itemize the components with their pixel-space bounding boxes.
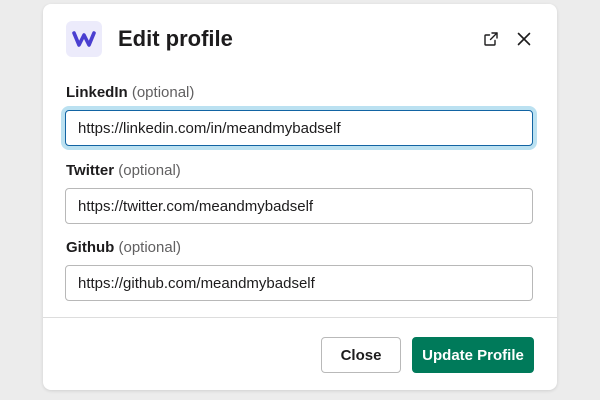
edit-profile-dialog: Edit profile LinkedIn (optional) Twitter… (43, 4, 557, 390)
twitter-label-text: Twitter (66, 162, 115, 179)
github-label-text: Github (66, 239, 115, 256)
twitter-optional-text: (optional) (118, 162, 181, 179)
close-dialog-button[interactable] (512, 27, 536, 51)
github-url-input[interactable] (65, 265, 533, 301)
linkedin-label: LinkedIn (optional) (66, 84, 194, 101)
dialog-title: Edit profile (118, 26, 233, 51)
footer-divider (43, 317, 557, 318)
linkedin-url-input[interactable] (65, 110, 533, 146)
twitter-url-input[interactable] (65, 188, 533, 224)
twitter-label: Twitter (optional) (66, 162, 181, 179)
github-optional-text: (optional) (118, 239, 182, 256)
close-button[interactable]: Close (321, 337, 401, 373)
w-logo-icon (66, 21, 102, 57)
open-in-new-window-button[interactable] (479, 27, 503, 51)
close-icon (517, 32, 531, 46)
linkedin-optional-text: (optional) (131, 84, 195, 101)
linkedin-label-text: LinkedIn (66, 84, 128, 101)
external-link-icon (484, 32, 498, 46)
dialog-header: Edit profile (43, 4, 557, 74)
update-profile-button[interactable]: Update Profile (412, 337, 534, 373)
github-label: Github (optional) (66, 239, 181, 256)
